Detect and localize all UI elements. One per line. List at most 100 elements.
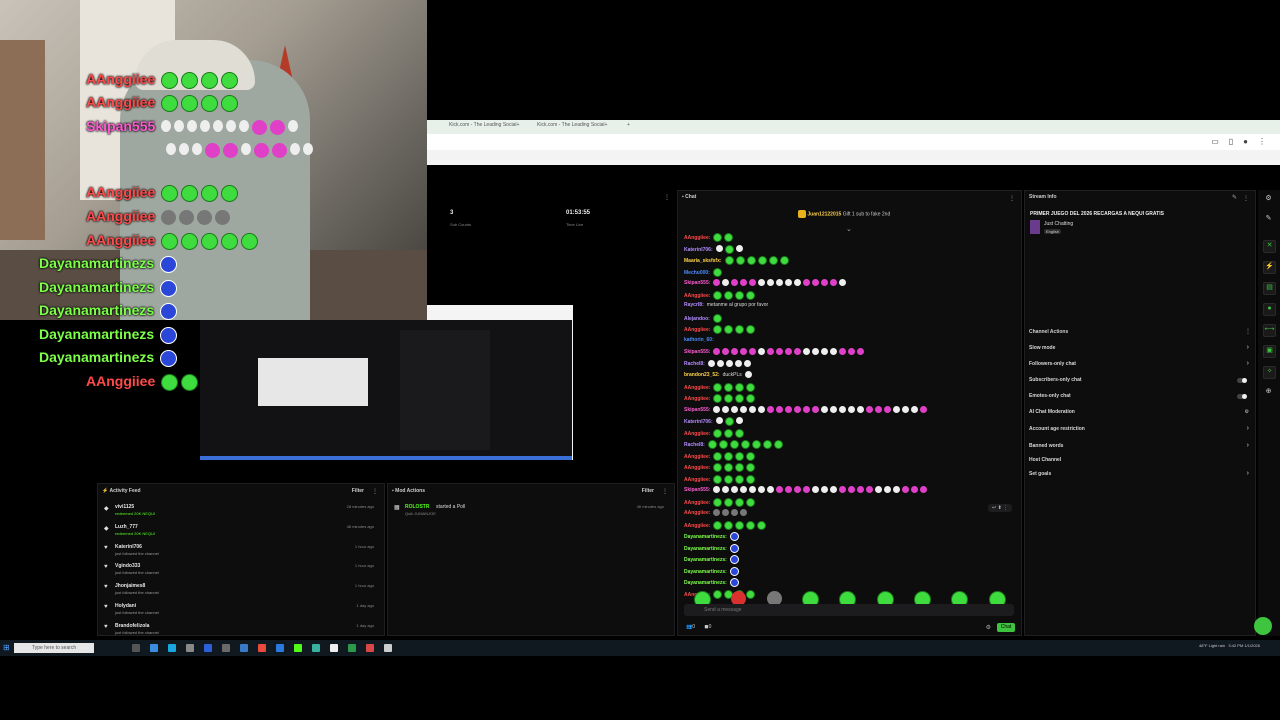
channel-action-row[interactable]: Subscribers-only chat [1025, 377, 1257, 387]
chat-message[interactable]: AAnggiiee: [684, 233, 734, 242]
chevron-right-icon[interactable]: › [1247, 442, 1249, 449]
mod-filter-button[interactable]: Filter [642, 488, 654, 494]
chat-username[interactable]: Skipan555: [684, 406, 710, 412]
profile-icon[interactable]: ● [1243, 137, 1248, 146]
chat-message[interactable]: Rachel8: [684, 359, 751, 367]
edge-icon[interactable] [150, 644, 158, 652]
chat-username[interactable]: Dayanamartinezs: [684, 568, 727, 574]
chat-username[interactable]: KaterinI706: [684, 419, 713, 425]
chat-message[interactable]: AAnggiiee: [684, 474, 756, 484]
channel-action-row[interactable]: Banned words › [1025, 442, 1257, 453]
chat-message[interactable]: Rachel8: [684, 440, 783, 449]
taskbar-search[interactable]: Type here to search [14, 643, 94, 653]
chat-message[interactable]: Skipan555: [684, 279, 847, 286]
settings-icon[interactable]: ⚙ [1245, 409, 1249, 415]
chat-message[interactable]: Dayanamartinezs: [684, 543, 739, 553]
app-icon[interactable] [222, 644, 230, 652]
chat-username[interactable]: kathorin_60: [684, 337, 714, 343]
chat-message[interactable]: Skipan555: [684, 348, 865, 355]
chat-bubble-icon[interactable]: ● [1263, 303, 1276, 316]
pencil-icon[interactable]: ✎ [1263, 214, 1274, 225]
chat-username[interactable]: Alejandoo: [684, 315, 710, 321]
monitor-icon[interactable]: ▣ [1263, 345, 1276, 358]
toggle-switch[interactable] [1237, 394, 1247, 399]
activity-item[interactable]: ◆ vivi1125 redeemed 20K NEQUI 28 minutes ag… [102, 504, 380, 524]
app-icon[interactable] [348, 644, 356, 652]
activity-item[interactable]: ♥ Jhonjaimes8 just followed the channel 1 h… [102, 583, 380, 603]
new-tab-button[interactable]: + [627, 122, 630, 128]
link-icon[interactable]: ⟷ [1263, 324, 1276, 337]
chat-message[interactable]: Dayanamartinezs: [684, 555, 739, 564]
channel-actions-menu-icon[interactable]: ⋮ [1245, 328, 1251, 335]
chat-message[interactable]: AAnggiiee: [684, 325, 756, 334]
chat-username[interactable]: Rachel8: [684, 442, 705, 448]
chrome-icon[interactable] [258, 644, 266, 652]
chat-message[interactable]: AAnggiiee: [684, 520, 767, 530]
chat-settings-icon[interactable]: ⚙ [986, 624, 991, 631]
chat-username[interactable]: Skipan555: [684, 349, 710, 355]
task-view-icon[interactable] [132, 644, 140, 652]
channel-action-row[interactable]: Set goals › [1025, 470, 1257, 481]
chat-username[interactable]: AAnggiiee: [684, 453, 710, 459]
channel-action-row[interactable]: Followers-only chat › [1025, 360, 1257, 371]
activity-filter-button[interactable]: Filter [352, 488, 364, 494]
settings-icon[interactable]: ⚙ [1263, 194, 1274, 205]
chevron-right-icon[interactable]: › [1247, 344, 1249, 351]
chat-message[interactable]: AAnggiiee: [684, 463, 756, 472]
edit-icon[interactable]: ✎ [1232, 194, 1237, 201]
channel-action-row[interactable]: Host Channel [1025, 457, 1257, 467]
chat-username[interactable]: Dayanamartinezs: [684, 580, 727, 586]
chat-message[interactable]: Alejandoo: [684, 313, 722, 323]
pinned-gift-banner[interactable]: Juan12122015 Gift 1 sub to fake 2nd [798, 210, 890, 218]
chat-username[interactable]: AAnggiiee: [684, 396, 710, 402]
close-icon[interactable]: ✕ [1263, 240, 1276, 253]
wrench-icon[interactable]: ✧ [1263, 366, 1276, 379]
chat-username[interactable]: Dayanamartinezs: [684, 534, 727, 540]
chat-username[interactable]: AAnggiiee: [684, 430, 710, 436]
chat-username[interactable]: Skipan555: [684, 280, 710, 286]
chat-message[interactable]: kathorin_60: [684, 337, 717, 343]
send-chat-button[interactable]: Chat [997, 623, 1015, 632]
browser-tab[interactable]: Kick.com - The Leading Social+ [449, 122, 519, 128]
activity-item[interactable]: ♥ KaterinI706 just followed the channel 1 h… [102, 544, 380, 564]
chat-username[interactable]: Dayanamartinezs: [684, 545, 727, 551]
chevron-right-icon[interactable]: › [1247, 360, 1249, 367]
chat-message[interactable]: AAnggiiee: [684, 451, 756, 461]
channel-action-row[interactable]: AI Chat Moderation ⚙ [1025, 409, 1257, 419]
app-icon[interactable] [366, 644, 374, 652]
app-icon[interactable] [312, 644, 320, 652]
chat-username[interactable]: AAnggiiee: [684, 522, 710, 528]
chat-message[interactable]: Dayanamartinezs: [684, 578, 739, 587]
chat-username[interactable]: KaterinI706: [684, 246, 713, 252]
kick-icon[interactable] [294, 644, 302, 652]
chat-message[interactable]: KaterinI706: [684, 244, 743, 254]
activity-menu-icon[interactable]: ⋮ [372, 488, 378, 495]
chat-message[interactable]: AAnggiiee: [684, 509, 748, 516]
chat-message[interactable]: Skipan555: [684, 405, 928, 413]
chat-username[interactable]: AAnggiiee: [684, 327, 710, 333]
chat-message[interactable]: AAnggiiee: [684, 394, 756, 403]
chat-menu-icon[interactable]: ⋮ [1009, 195, 1015, 202]
chat-username[interactable]: Rachel8: [684, 360, 705, 366]
store-icon[interactable] [204, 644, 212, 652]
chat-input[interactable]: Send a message [684, 604, 1014, 616]
chat-username[interactable]: AAnggiiee: [684, 510, 710, 516]
chat-username[interactable]: AAnggiiee: [684, 499, 710, 505]
chat-message[interactable]: Dayanamartinezs: [684, 532, 739, 541]
chat-username[interactable]: Raycrl8: [684, 302, 704, 308]
browser-tab[interactable]: Kick.com - The Leading Social+ [537, 122, 607, 128]
more-icon[interactable]: ⊕ [1263, 387, 1274, 398]
activity-item[interactable]: ♥ Vgindo333 just followed the channel 1 hou… [102, 563, 380, 583]
obs-icon[interactable] [330, 644, 338, 652]
stream-info-menu-icon[interactable]: ⋮ [1243, 195, 1249, 202]
activity-item[interactable]: ◆ Luzh_777 redeemed 20K NEQUI 46 minutes ag… [102, 524, 380, 544]
toggle-switch[interactable] [1237, 378, 1247, 383]
activity-item[interactable]: ♥ Holydani just followed the channel 1 day … [102, 603, 380, 623]
chat-username[interactable]: AAnggiiee: [684, 476, 710, 482]
chat-message[interactable]: AAnggiiee: [684, 290, 756, 300]
chat-message[interactable]: Skipan555: [684, 486, 928, 493]
chat-username[interactable]: AAnggiiee: [684, 235, 710, 241]
chat-username[interactable]: Dayanamartinezs: [684, 557, 727, 563]
chat-username[interactable]: brandon23_52: [684, 372, 720, 378]
menu-icon[interactable]: ⋮ [1258, 137, 1266, 146]
